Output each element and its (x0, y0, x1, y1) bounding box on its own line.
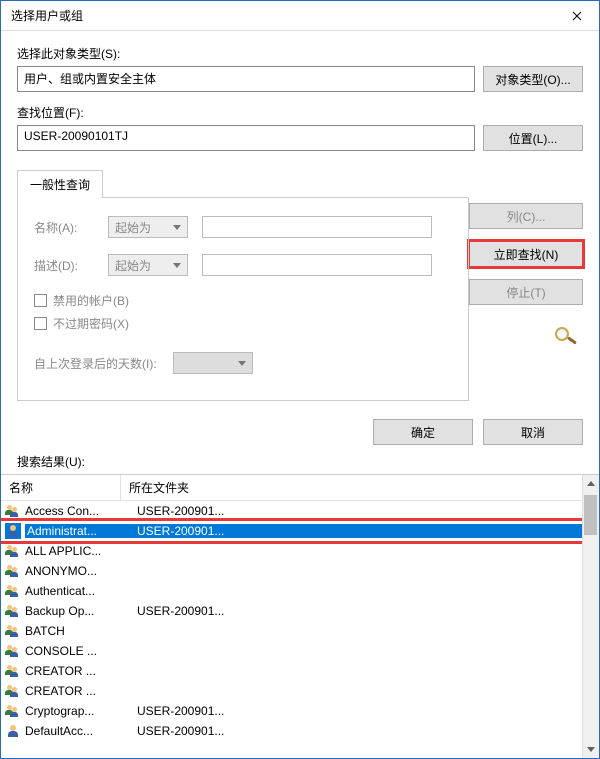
locations-button[interactable]: 位置(L)... (483, 125, 583, 151)
object-type-label: 选择此对象类型(S): (17, 45, 583, 62)
description-match-combo[interactable]: 起始为 (108, 254, 188, 276)
find-now-button[interactable]: 立即查找(N) (469, 241, 583, 267)
group-icon (5, 703, 21, 719)
description-input[interactable] (202, 254, 432, 276)
group-icon (5, 583, 21, 599)
group-icon (5, 663, 21, 679)
row-name: Backup Op... (25, 604, 137, 618)
close-button[interactable] (554, 1, 599, 31)
table-row[interactable]: ANONYMO... (1, 561, 599, 581)
table-row[interactable]: Cryptograp...USER-200901... (1, 701, 599, 721)
scroll-up-icon (587, 481, 595, 486)
row-name: CONSOLE ... (25, 644, 137, 658)
group-icon (5, 623, 21, 639)
stop-button[interactable]: 停止(T) (469, 279, 583, 305)
window-title: 选择用户或组 (1, 7, 83, 24)
magnifier-icon (551, 325, 583, 349)
table-row[interactable]: CONSOLE ... (1, 641, 599, 661)
ok-button[interactable]: 确定 (373, 419, 473, 445)
scroll-thumb[interactable] (584, 495, 597, 535)
results-header: 名称 所在文件夹 (1, 475, 599, 501)
tab-general-query[interactable]: 一般性查询 (17, 170, 103, 198)
row-name: BATCH (25, 624, 137, 638)
disabled-accounts-label: 禁用的帐户(B) (53, 292, 129, 309)
non-expiring-password-checkbox[interactable] (34, 317, 47, 330)
tab-panel: 名称(A): 起始为 描述(D): 起始为 禁用的帐户(B) (17, 198, 469, 401)
disabled-accounts-checkbox[interactable] (34, 294, 47, 307)
results-label: 搜索结果(U): (1, 453, 599, 474)
group-icon (5, 503, 21, 519)
group-icon (5, 543, 21, 559)
titlebar: 选择用户或组 (1, 1, 599, 31)
dialog-window: 选择用户或组 选择此对象类型(S): 用户、组或内置安全主体 对象类型(O)..… (0, 0, 600, 759)
scroll-down-icon (587, 747, 595, 752)
days-since-logon-label: 自上次登录后的天数(I): (34, 355, 157, 372)
table-row[interactable]: DefaultAcc...USER-200901... (1, 721, 599, 741)
cancel-button[interactable]: 取消 (483, 419, 583, 445)
row-folder: USER-200901... (137, 704, 595, 718)
row-name: Authenticat... (25, 584, 137, 598)
row-name: CREATOR ... (25, 684, 137, 698)
table-row[interactable]: ALL APPLIC... (1, 541, 599, 561)
user-icon (5, 723, 21, 739)
table-row[interactable]: CREATOR ... (1, 661, 599, 681)
row-name: Access Con... (25, 504, 137, 518)
name-match-combo[interactable]: 起始为 (108, 216, 188, 238)
group-icon (5, 563, 21, 579)
table-row[interactable]: CREATOR ... (1, 681, 599, 701)
table-row[interactable]: Backup Op...USER-200901... (1, 601, 599, 621)
name-input[interactable] (202, 216, 432, 238)
group-icon (5, 643, 21, 659)
results-list[interactable]: 名称 所在文件夹 Access Con...USER-200901...Admi… (1, 474, 599, 758)
row-name: ALL APPLIC... (25, 544, 137, 558)
table-row[interactable]: BATCH (1, 621, 599, 641)
table-row[interactable]: Access Con...USER-200901... (1, 501, 599, 521)
row-name: DefaultAcc... (25, 724, 137, 738)
scrollbar[interactable] (582, 475, 599, 758)
group-icon (5, 603, 21, 619)
location-field[interactable]: USER-20090101TJ (17, 125, 475, 151)
content-area: 选择此对象类型(S): 用户、组或内置安全主体 对象类型(O)... 查找位置(… (1, 31, 599, 405)
description-label: 描述(D): (34, 257, 94, 274)
col-header-name[interactable]: 名称 (1, 475, 121, 500)
user-icon (5, 523, 21, 539)
row-name: Administrat... (25, 524, 137, 538)
row-folder: USER-200901... (137, 504, 595, 518)
close-icon (572, 11, 582, 21)
days-since-logon-combo[interactable] (173, 352, 253, 374)
row-name: ANONYMO... (25, 564, 137, 578)
group-icon (5, 683, 21, 699)
object-type-field[interactable]: 用户、组或内置安全主体 (17, 66, 475, 92)
non-expiring-password-label: 不过期密码(X) (53, 315, 129, 332)
tabstrip: 一般性查询 (17, 169, 469, 198)
row-folder: USER-200901... (137, 724, 595, 738)
table-row[interactable]: Administrat...USER-200901... (1, 521, 599, 541)
table-row[interactable]: Authenticat... (1, 581, 599, 601)
row-folder: USER-200901... (137, 604, 595, 618)
row-name: CREATOR ... (25, 664, 137, 678)
location-label: 查找位置(F): (17, 104, 583, 121)
col-header-folder[interactable]: 所在文件夹 (121, 475, 599, 500)
object-types-button[interactable]: 对象类型(O)... (483, 66, 583, 92)
name-label: 名称(A): (34, 219, 94, 236)
row-folder: USER-200901... (137, 524, 595, 538)
footer-buttons: 确定 取消 (1, 405, 599, 453)
row-name: Cryptograp... (25, 704, 137, 718)
columns-button[interactable]: 列(C)... (469, 203, 583, 229)
